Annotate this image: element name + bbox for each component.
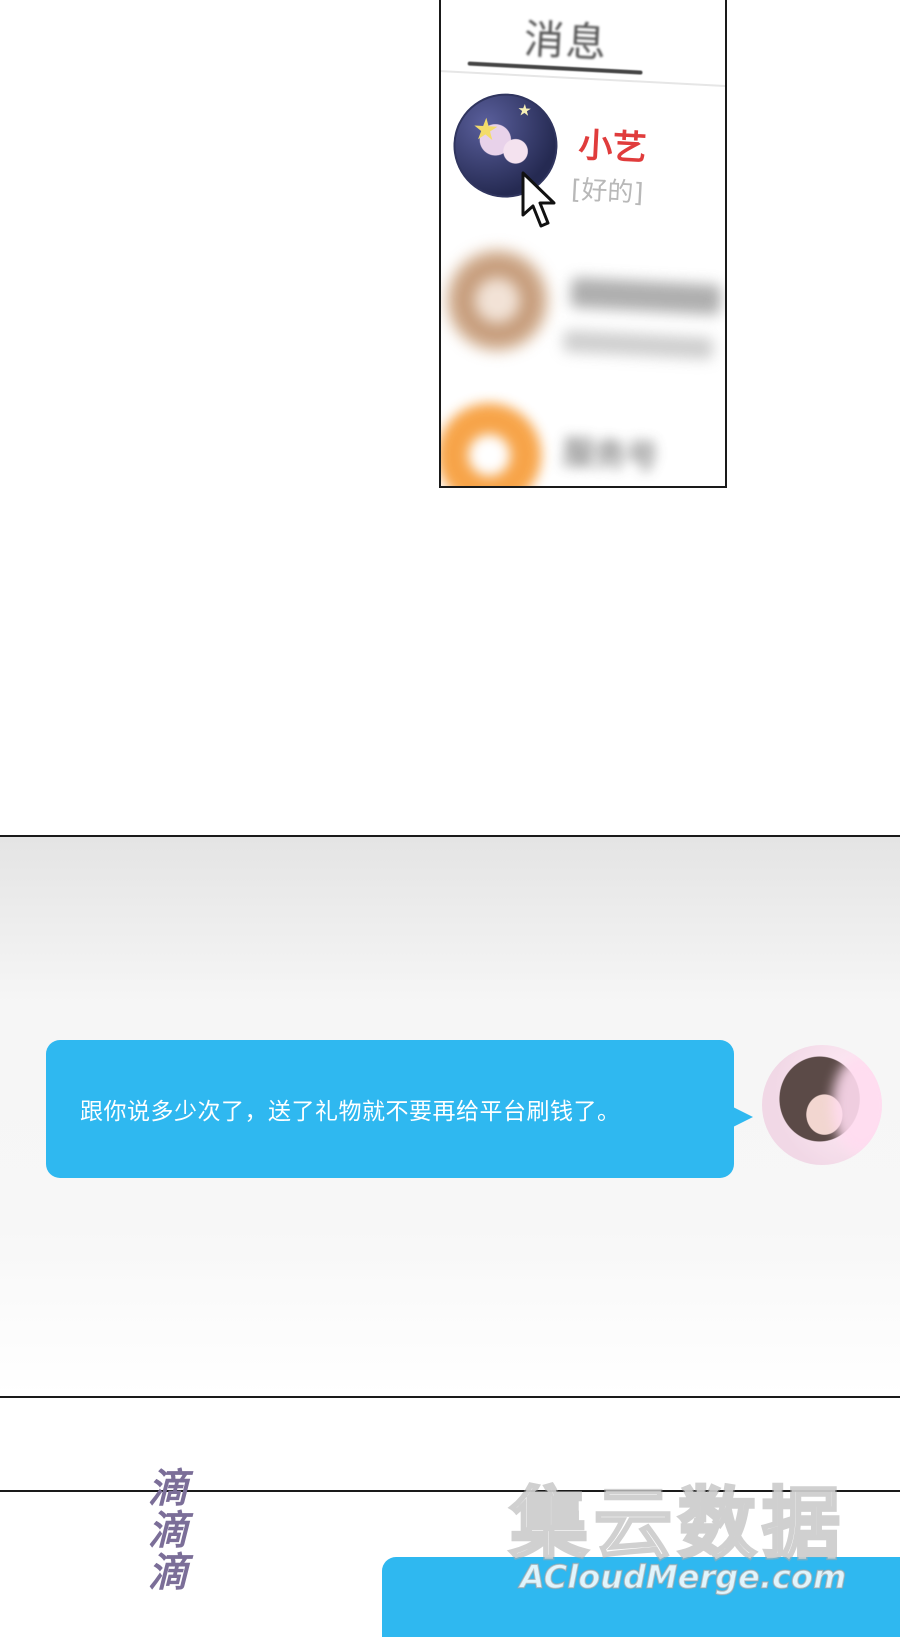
contact-item-blurred[interactable] — [441, 245, 725, 381]
star-icon: ★ — [516, 100, 533, 120]
girl-avatar-icon — [442, 245, 553, 356]
divider — [441, 69, 725, 88]
blurred-name — [570, 277, 722, 316]
service-avatar-icon — [441, 400, 544, 486]
contact-item-xiaoyi[interactable]: ★ ★ 小艺 [好的] — [441, 90, 725, 226]
sfx-char: 滴 — [148, 1465, 188, 1512]
messages-list: 消息 ★ ★ 小艺 [好的] 服务号 — [441, 0, 725, 486]
chat-panel: 跟你说多少次了，送了礼物就不要再给平台刷钱了。 — [0, 835, 900, 1398]
contact-name: 服务号 — [561, 433, 660, 476]
contact-preview: [好的] — [570, 175, 645, 209]
contact-name: 小艺 — [577, 125, 648, 169]
messages-title: 消息 — [522, 16, 610, 67]
avatar-glow — [832, 1055, 882, 1155]
bubble-tail — [733, 1107, 753, 1127]
cursor-arrow-icon — [521, 171, 556, 228]
phone-screen: 消息 ★ ★ 小艺 [好的] 服务号 — [439, 0, 727, 488]
chat-bubble-partial — [382, 1557, 900, 1637]
sfx-char: 滴 — [148, 1549, 188, 1596]
chat-message: 跟你说多少次了，送了礼物就不要再给平台刷钱了。 — [80, 1099, 621, 1125]
contact-item-service[interactable]: 服务号 — [441, 399, 720, 486]
chat-bubble: 跟你说多少次了，送了礼物就不要再给平台刷钱了。 — [46, 1040, 734, 1178]
sound-effect: 滴 滴 滴 — [148, 1468, 208, 1594]
woman-avatar-icon — [762, 1045, 882, 1165]
star-icon: ★ — [471, 111, 501, 149]
blurred-preview — [562, 329, 714, 360]
sfx-char: 滴 — [148, 1507, 188, 1554]
